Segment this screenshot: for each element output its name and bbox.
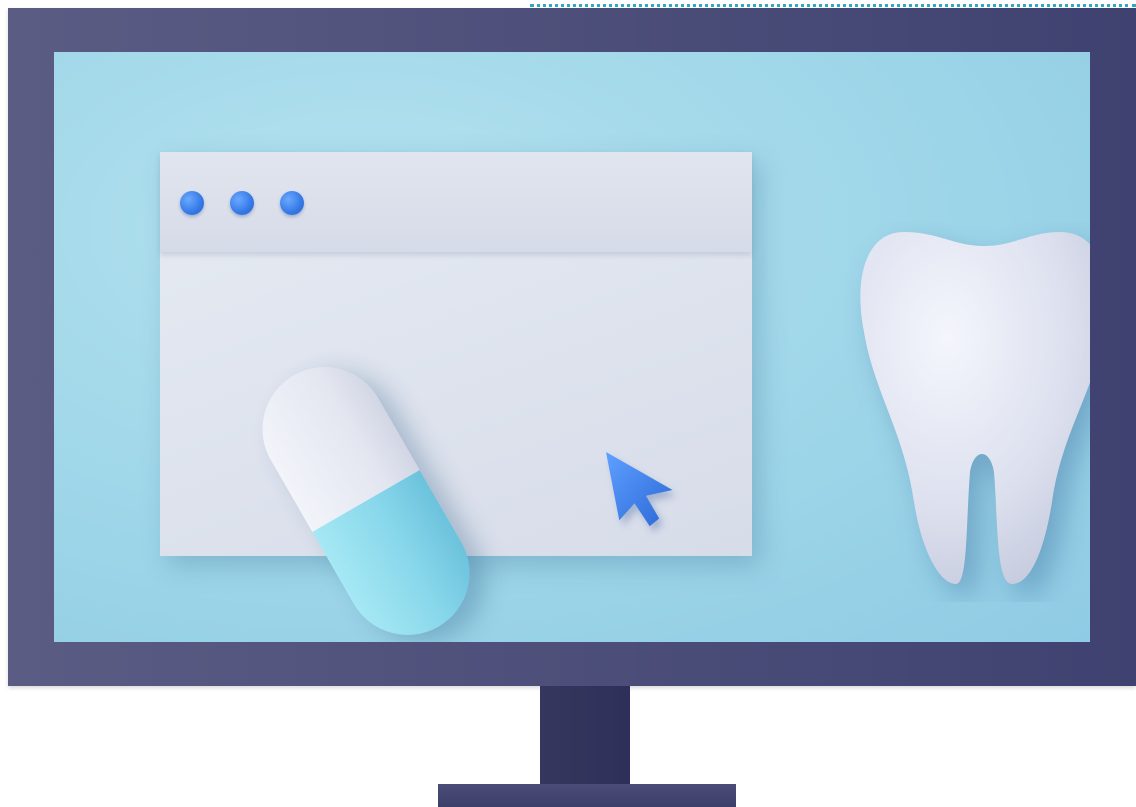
monitor-stand-base [438,784,736,807]
tooth-icon [860,232,1090,584]
illustration-scene [0,0,1136,807]
dotted-accent-line [530,4,1136,7]
window-dot-icon [230,191,254,215]
monitor-frame [8,8,1136,686]
browser-titlebar [160,152,752,252]
browser-window [160,152,752,556]
monitor-stand-neck [540,686,630,786]
window-dot-icon [180,191,204,215]
window-dot-icon [280,191,304,215]
monitor-screen [54,52,1090,642]
cursor-arrow-icon [606,452,673,527]
